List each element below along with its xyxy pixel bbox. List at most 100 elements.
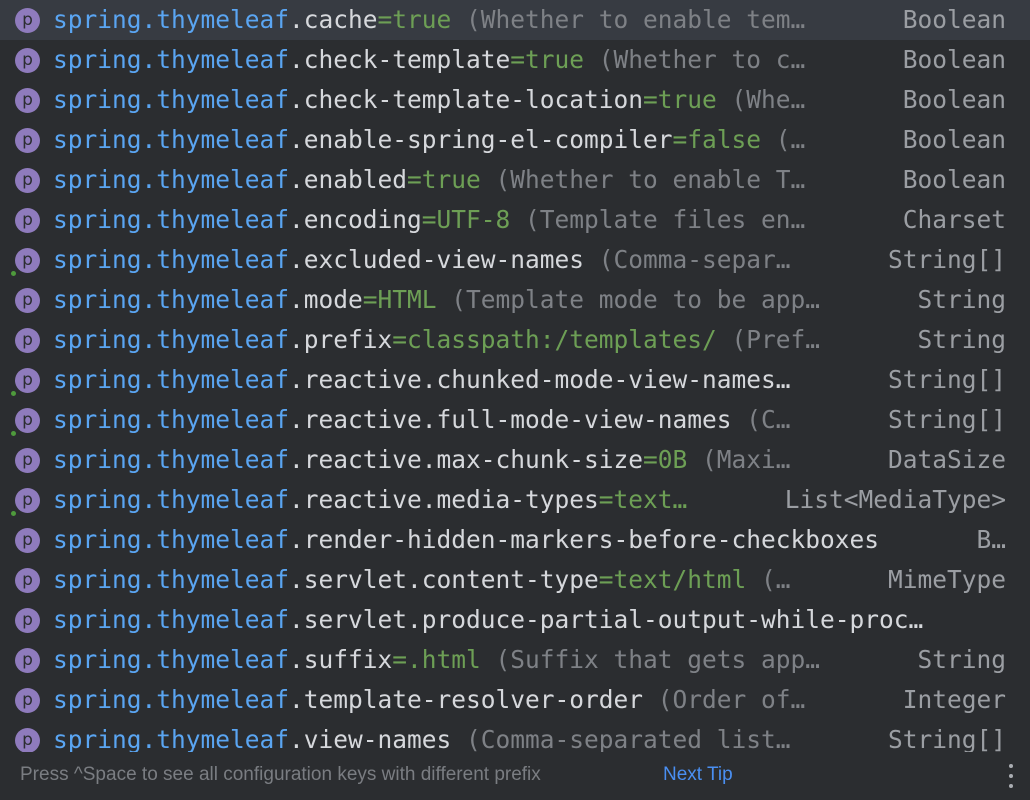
- completion-item[interactable]: p spring.thymeleaf.template-resolver-orde…: [0, 680, 1030, 720]
- completion-item[interactable]: p spring.thymeleaf.reactive.media-types=t…: [0, 480, 1030, 520]
- property-type: String[]: [887, 725, 1006, 752]
- completion-item[interactable]: p spring.thymeleaf.reactive.max-chunk-siz…: [0, 440, 1030, 480]
- property-prefix: spring.thymeleaf: [53, 405, 290, 434]
- default-value: =true: [407, 165, 481, 194]
- completion-item[interactable]: p spring.thymeleaf.encoding=UTF-8 (Templa…: [0, 200, 1030, 240]
- property-icon: p: [15, 568, 40, 593]
- completion-item[interactable]: p spring.thymeleaf.cache=true (Whether to…: [0, 0, 1030, 40]
- property-icon: p: [15, 368, 40, 393]
- property-type: MimeType: [887, 565, 1006, 594]
- property-type: String[]: [887, 405, 1006, 434]
- modified-dot-icon: [11, 511, 16, 516]
- default-value: =text…: [598, 485, 688, 514]
- property-description: (…: [761, 125, 806, 154]
- property-key: .prefix: [289, 325, 393, 354]
- property-type: String[]: [887, 365, 1006, 394]
- completion-text: spring.thymeleaf.cache=true (Whether to …: [53, 0, 805, 40]
- default-value: =false: [672, 125, 762, 154]
- completion-item[interactable]: p spring.thymeleaf.enable-spring-el-compi…: [0, 120, 1030, 160]
- property-key: .check-template: [289, 45, 511, 74]
- property-key: .cache: [289, 5, 378, 34]
- property-type: Boolean: [902, 85, 1006, 114]
- more-vertical-icon[interactable]: [1008, 764, 1014, 790]
- completion-text: spring.thymeleaf.reactive.full-mode-view…: [53, 400, 791, 440]
- default-value: =true: [377, 5, 452, 34]
- property-icon: p: [15, 408, 40, 433]
- property-prefix: spring.thymeleaf: [53, 245, 290, 274]
- completion-item[interactable]: p spring.thymeleaf.check-template-locatio…: [0, 80, 1030, 120]
- property-type: Boolean: [902, 165, 1006, 194]
- completion-text: spring.thymeleaf.encoding=UTF-8 (Templat…: [53, 200, 805, 240]
- completion-item[interactable]: p spring.thymeleaf.suffix=.html (Suffix t…: [0, 640, 1030, 680]
- completion-item[interactable]: p spring.thymeleaf.servlet.content-type=t…: [0, 560, 1030, 600]
- property-icon: p: [15, 128, 40, 153]
- property-description: (Comma-separated list…: [451, 725, 791, 752]
- completion-item[interactable]: p spring.thymeleaf.servlet.produce-partia…: [0, 600, 1030, 640]
- property-key: .enable-spring-el-compiler: [289, 125, 673, 154]
- property-prefix: spring.thymeleaf: [53, 285, 290, 314]
- property-description: (Comma-separ…: [584, 245, 791, 274]
- completion-item[interactable]: p spring.thymeleaf.excluded-view-names (C…: [0, 240, 1030, 280]
- property-key: .view-names: [289, 725, 452, 752]
- property-prefix: spring.thymeleaf: [53, 125, 290, 154]
- property-icon: p: [15, 88, 40, 113]
- property-key: .reactive.max-chunk-size: [289, 445, 644, 474]
- property-key: .servlet.produce-partial-output-while-pr…: [289, 605, 924, 634]
- property-description: (C…: [731, 405, 791, 434]
- footer-hint: Press ^Space to see all configuration ke…: [20, 764, 541, 785]
- property-prefix: spring.thymeleaf: [53, 525, 290, 554]
- completion-item[interactable]: p spring.thymeleaf.prefix=classpath:/temp…: [0, 320, 1030, 360]
- property-type: String[]: [887, 245, 1006, 274]
- completion-text: spring.thymeleaf.template-resolver-order…: [53, 680, 805, 720]
- property-icon: p: [15, 48, 40, 73]
- completion-item[interactable]: p spring.thymeleaf.enabled=true (Whether …: [0, 160, 1030, 200]
- property-prefix: spring.thymeleaf: [53, 565, 290, 594]
- next-tip-link[interactable]: Next Tip: [663, 764, 733, 786]
- completion-item[interactable]: p spring.thymeleaf.reactive.chunked-mode-…: [0, 360, 1030, 400]
- completion-text: spring.thymeleaf.check-template-location…: [53, 80, 805, 120]
- property-type: String: [917, 285, 1006, 314]
- property-prefix: spring.thymeleaf: [53, 45, 290, 74]
- property-key: .reactive.full-mode-view-names: [289, 405, 732, 434]
- property-type: Boolean: [902, 45, 1006, 74]
- property-type: List<MediaType>: [784, 485, 1006, 514]
- property-description: (Pref…: [716, 325, 821, 354]
- property-description: (Template files en…: [510, 205, 806, 234]
- default-value: =UTF-8: [421, 205, 511, 234]
- property-icon: p: [15, 728, 40, 752]
- property-description: (Order of…: [643, 685, 806, 714]
- property-type: Integer: [902, 685, 1006, 714]
- completion-text: spring.thymeleaf.prefix=classpath:/templ…: [53, 320, 820, 360]
- property-key: .reactive.media-types: [289, 485, 599, 514]
- default-value: =HTML: [362, 285, 437, 314]
- completion-text: spring.thymeleaf.enable-spring-el-compil…: [53, 120, 805, 160]
- property-key: .suffix: [289, 645, 393, 674]
- completion-item[interactable]: p spring.thymeleaf.check-template=true (W…: [0, 40, 1030, 80]
- property-icon: p: [15, 328, 40, 353]
- property-type: String: [917, 325, 1006, 354]
- completion-item[interactable]: p spring.thymeleaf.reactive.full-mode-vie…: [0, 400, 1030, 440]
- property-key: .mode: [289, 285, 363, 314]
- completion-text: spring.thymeleaf.excluded-view-names (Co…: [53, 240, 791, 280]
- completion-item[interactable]: p spring.thymeleaf.mode=HTML (Template mo…: [0, 280, 1030, 320]
- property-prefix: spring.thymeleaf: [53, 685, 290, 714]
- modified-dot-icon: [11, 391, 16, 396]
- completion-item[interactable]: p spring.thymeleaf.view-names (Comma-sepa…: [0, 720, 1030, 752]
- completion-text: spring.thymeleaf.check-template=true (Wh…: [53, 40, 805, 80]
- default-value: =classpath:/templates/: [392, 325, 717, 354]
- property-icon: p: [15, 208, 40, 233]
- property-key: .reactive.chunked-mode-view-names…: [289, 365, 791, 394]
- property-icon: p: [15, 608, 40, 633]
- property-prefix: spring.thymeleaf: [53, 325, 290, 354]
- property-key: .enabled: [289, 165, 408, 194]
- completion-item[interactable]: p spring.thymeleaf.render-hidden-markers-…: [0, 520, 1030, 560]
- property-description: (Maxi…: [687, 445, 791, 474]
- property-description: (Template mode to be app…: [436, 285, 821, 314]
- completion-text: spring.thymeleaf.enabled=true (Whether t…: [53, 160, 805, 200]
- property-prefix: spring.thymeleaf: [53, 645, 290, 674]
- property-icon: p: [15, 248, 40, 273]
- property-description: (Whe…: [716, 85, 806, 114]
- completion-text: spring.thymeleaf.servlet.produce-partial…: [53, 600, 923, 640]
- property-prefix: spring.thymeleaf: [53, 365, 290, 394]
- modified-dot-icon: [11, 271, 16, 276]
